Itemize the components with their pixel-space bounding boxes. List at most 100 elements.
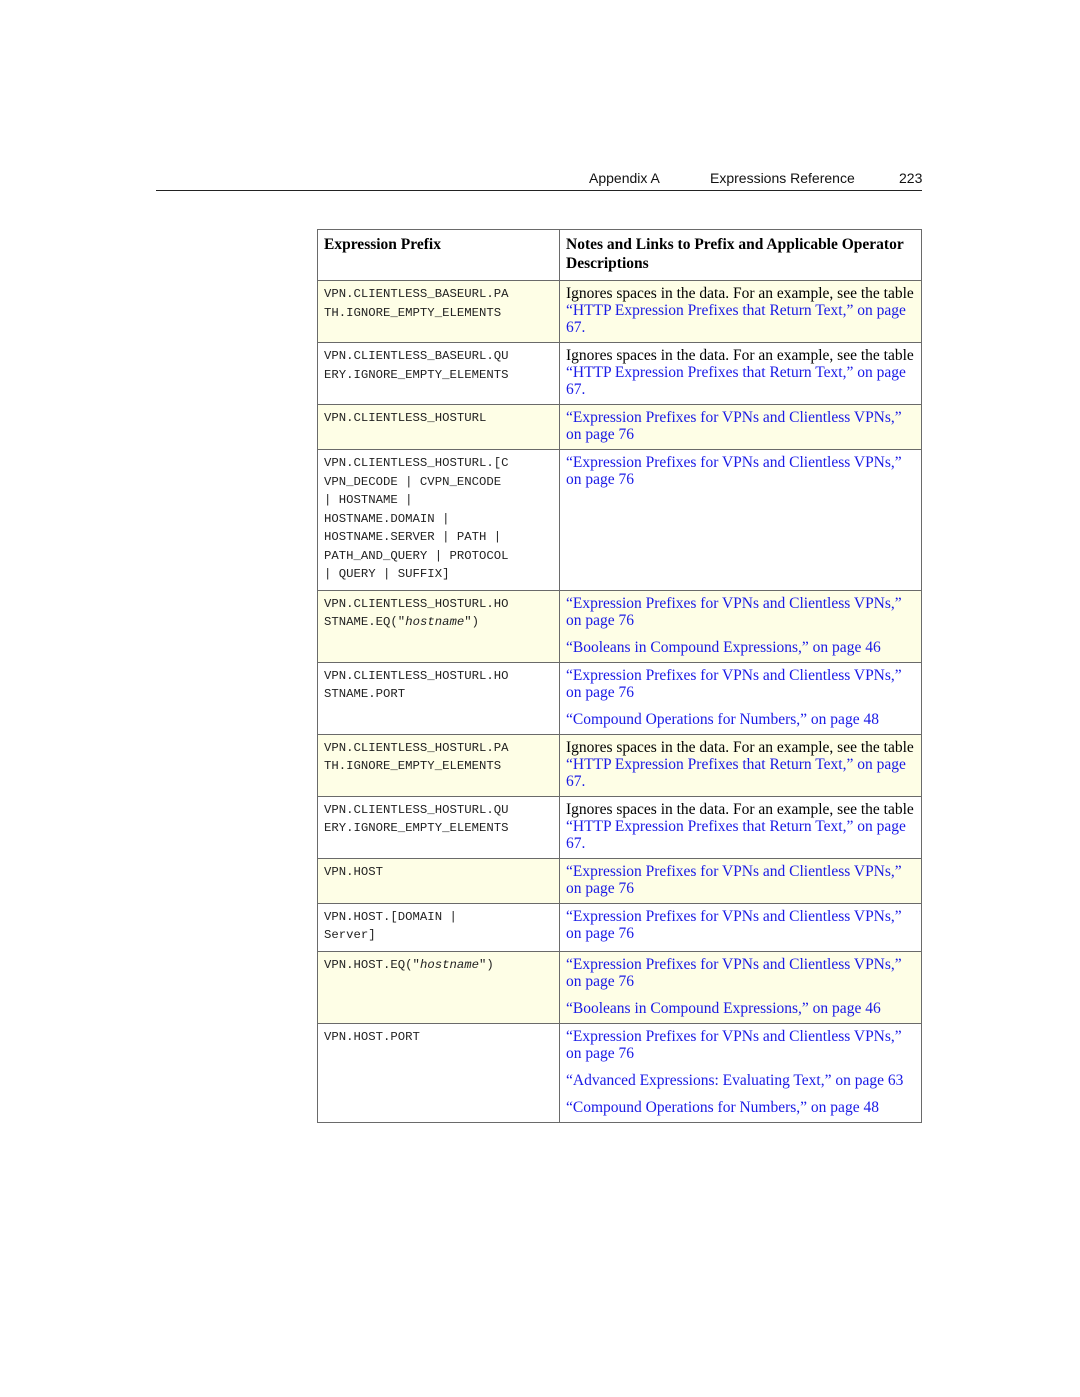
note-paragraph: Ignores spaces in the data. For an examp… <box>566 347 921 398</box>
expression-prefix-cell: VPN.CLIENTLESS_BASEURL.QU ERY.IGNORE_EMPT… <box>317 342 560 405</box>
prefix-line: VPN.CLIENTLESS_HOSTURL.HO <box>324 668 509 683</box>
note-tail: . <box>581 834 586 852</box>
expression-prefix-cell: VPN.CLIENTLESS_HOSTURL.HO STNAME.PORT <box>317 661 560 735</box>
note-paragraph: “Expression Prefixes for VPNs and Client… <box>566 667 921 701</box>
expression-prefix-cell: VPN.CLIENTLESS_BASEURL.PA TH.IGNORE_EMPTY… <box>317 280 560 343</box>
prefix-line: TH.IGNORE_EMPTY_ELEMENTS <box>324 759 502 773</box>
note-tail: . <box>581 319 586 336</box>
column-header-notes: Notes and Links to Prefix and Applicable… <box>559 229 922 281</box>
table-row: VPN.HOST “Expression Prefixes for VPNs an… <box>317 857 922 904</box>
note-tail: . <box>581 381 586 398</box>
table-header-row: Expression Prefix Notes and Links to Pre… <box>317 229 922 281</box>
expression-prefix-cell: VPN.HOST.[DOMAIN | Server] <box>317 902 560 952</box>
prefix-line: HOSTNAME.DOMAIN | <box>324 511 450 526</box>
prefix-line: VPN.CLIENTLESS_HOSTURL <box>324 411 487 425</box>
cross-reference-link[interactable]: “HTTP Expression Prefixes that Return Te… <box>566 756 906 790</box>
expression-prefix-cell: VPN.HOST.PORT <box>317 1022 560 1123</box>
note-paragraph: “Booleans in Compound Expressions,” on p… <box>566 1000 921 1017</box>
note-paragraph: “Expression Prefixes for VPNs and Client… <box>566 908 921 942</box>
expression-prefix-cell: VPN.HOST.EQ("hostname") <box>317 950 560 1024</box>
expression-prefix-cell: VPN.CLIENTLESS_HOSTURL.HO STNAME.EQ("host… <box>317 589 560 663</box>
argument-placeholder: hostname <box>405 615 465 629</box>
notes-cell: “Expression Prefixes for VPNs and Client… <box>559 589 922 663</box>
expression-prefix-cell: VPN.CLIENTLESS_HOSTURL.PA TH.IGNORE_EMPTY… <box>317 733 560 797</box>
cross-reference-link[interactable]: “Expression Prefixes for VPNs and Client… <box>566 1028 902 1062</box>
notes-cell: Ignores spaces in the data. For an examp… <box>559 733 922 797</box>
note-paragraph: Ignores spaces in the data. For an examp… <box>566 801 921 852</box>
note-text: Ignores spaces in the data. For an examp… <box>566 347 914 364</box>
cross-reference-link[interactable]: “Expression Prefixes for VPNs and Client… <box>566 908 902 942</box>
table-row: VPN.CLIENTLESS_HOSTURL “Expression Prefix… <box>317 404 922 450</box>
note-paragraph: Ignores spaces in the data. For an examp… <box>566 739 921 790</box>
table-row: VPN.CLIENTLESS_HOSTURL.HO STNAME.PORT “Exp… <box>317 661 922 735</box>
prefix-line: | HOSTNAME | <box>324 493 413 507</box>
cross-reference-link[interactable]: “Booleans in Compound Expressions,” on p… <box>566 639 881 656</box>
note-text: Ignores spaces in the data. For an examp… <box>566 738 914 756</box>
table-row: VPN.CLIENTLESS_HOSTURL.[C VPN_DECODE | CV… <box>317 449 922 591</box>
cross-reference-link[interactable]: “HTTP Expression Prefixes that Return Te… <box>566 364 906 398</box>
note-text: Ignores spaces in the data. For an examp… <box>566 800 914 818</box>
note-paragraph: “Expression Prefixes for VPNs and Client… <box>566 595 921 629</box>
note-paragraph: “Expression Prefixes for VPNs and Client… <box>566 863 921 897</box>
argument-placeholder: hostname <box>419 957 479 972</box>
prefix-fragment: ") <box>464 615 479 629</box>
cross-reference-link[interactable]: “Expression Prefixes for VPNs and Client… <box>566 409 902 443</box>
note-paragraph: “Compound Operations for Numbers,” on pa… <box>566 1099 921 1116</box>
notes-cell: Ignores spaces in the data. For an examp… <box>559 342 922 405</box>
prefix-line: VPN.CLIENTLESS_BASEURL.QU <box>324 349 509 363</box>
prefix-line: STNAME.EQ("hostname") <box>324 613 559 632</box>
prefix-line: ERY.IGNORE_EMPTY_ELEMENTS <box>324 367 509 382</box>
header-chapter: Expressions Reference <box>710 170 855 186</box>
cross-reference-link[interactable]: “Booleans in Compound Expressions,” on p… <box>566 1000 881 1017</box>
notes-cell: “Expression Prefixes for VPNs and Client… <box>559 950 922 1024</box>
note-paragraph: “Expression Prefixes for VPNs and Client… <box>566 1028 921 1062</box>
cross-reference-link[interactable]: “Expression Prefixes for VPNs and Client… <box>566 863 902 897</box>
header-section: Appendix A <box>589 170 660 186</box>
page-number: 223 <box>899 170 923 186</box>
note-tail: . <box>581 772 586 790</box>
note-paragraph: “Expression Prefixes for VPNs and Client… <box>566 956 921 990</box>
note-paragraph: “Expression Prefixes for VPNs and Client… <box>566 409 921 443</box>
expression-prefix-cell: VPN.HOST <box>317 857 560 904</box>
expression-prefix-table: Expression Prefix Notes and Links to Pre… <box>317 229 922 1123</box>
notes-cell: Ignores spaces in the data. For an examp… <box>559 795 922 859</box>
table-row: VPN.CLIENTLESS_BASEURL.QU ERY.IGNORE_EMPT… <box>317 342 922 405</box>
column-header-prefix: Expression Prefix <box>317 229 560 281</box>
notes-cell: “Expression Prefixes for VPNs and Client… <box>559 661 922 735</box>
notes-cell: “Expression Prefixes for VPNs and Client… <box>559 1022 922 1123</box>
cross-reference-link[interactable]: “Compound Operations for Numbers,” on pa… <box>566 1099 879 1116</box>
cross-reference-link[interactable]: “HTTP Expression Prefixes that Return Te… <box>566 302 906 336</box>
prefix-fragment: ") <box>478 957 494 972</box>
prefix-line: VPN.HOST.EQ("hostname") <box>324 956 559 975</box>
cross-reference-link[interactable]: “Advanced Expressions: Evaluating Text,”… <box>566 1072 903 1089</box>
cross-reference-link[interactable]: “Compound Operations for Numbers,” on pa… <box>566 711 879 728</box>
note-paragraph: “Expression Prefixes for VPNs and Client… <box>566 454 921 488</box>
expression-prefix-cell: VPN.CLIENTLESS_HOSTURL <box>317 404 560 450</box>
prefix-line: PATH_AND_QUERY | PROTOCOL <box>324 548 509 563</box>
cross-reference-link[interactable]: “Expression Prefixes for VPNs and Client… <box>566 454 902 488</box>
notes-cell: “Expression Prefixes for VPNs and Client… <box>559 449 922 591</box>
prefix-line: STNAME.PORT <box>324 687 406 701</box>
expression-prefix-cell: VPN.CLIENTLESS_HOSTURL.[C VPN_DECODE | CV… <box>317 449 560 591</box>
table-row: VPN.CLIENTLESS_BASEURL.PA TH.IGNORE_EMPTY… <box>317 280 922 343</box>
prefix-line: VPN.HOST.[DOMAIN | <box>324 909 457 924</box>
note-paragraph: Ignores spaces in the data. For an examp… <box>566 285 921 336</box>
note-paragraph: “Compound Operations for Numbers,” on pa… <box>566 711 921 728</box>
prefix-line: ERY.IGNORE_EMPTY_ELEMENTS <box>324 821 509 835</box>
prefix-line: VPN.CLIENTLESS_HOSTURL.HO <box>324 596 509 611</box>
table-row: VPN.CLIENTLESS_HOSTURL.PA TH.IGNORE_EMPTY… <box>317 733 922 797</box>
table-row: VPN.HOST.[DOMAIN | Server] “Expression Pre… <box>317 902 922 952</box>
prefix-line: VPN.CLIENTLESS_HOSTURL.QU <box>324 802 509 817</box>
note-paragraph: “Booleans in Compound Expressions,” on p… <box>566 639 921 656</box>
table-row: VPN.HOST.PORT “Expression Prefixes for VP… <box>317 1022 922 1123</box>
cross-reference-link[interactable]: “HTTP Expression Prefixes that Return Te… <box>566 818 906 852</box>
prefix-line: VPN.HOST.PORT <box>324 1029 420 1044</box>
cross-reference-link[interactable]: “Expression Prefixes for VPNs and Client… <box>566 595 902 629</box>
running-header: Appendix A Expressions Reference 223 <box>156 168 922 191</box>
prefix-line: | QUERY | SUFFIX] <box>324 567 450 581</box>
cross-reference-link[interactable]: “Expression Prefixes for VPNs and Client… <box>566 667 902 701</box>
prefix-line: VPN.CLIENTLESS_BASEURL.PA <box>324 287 509 301</box>
cross-reference-link[interactable]: “Expression Prefixes for VPNs and Client… <box>566 956 902 990</box>
prefix-line: VPN.CLIENTLESS_HOSTURL.[C <box>324 456 509 470</box>
prefix-line: VPN_DECODE | CVPN_ENCODE <box>324 474 502 489</box>
